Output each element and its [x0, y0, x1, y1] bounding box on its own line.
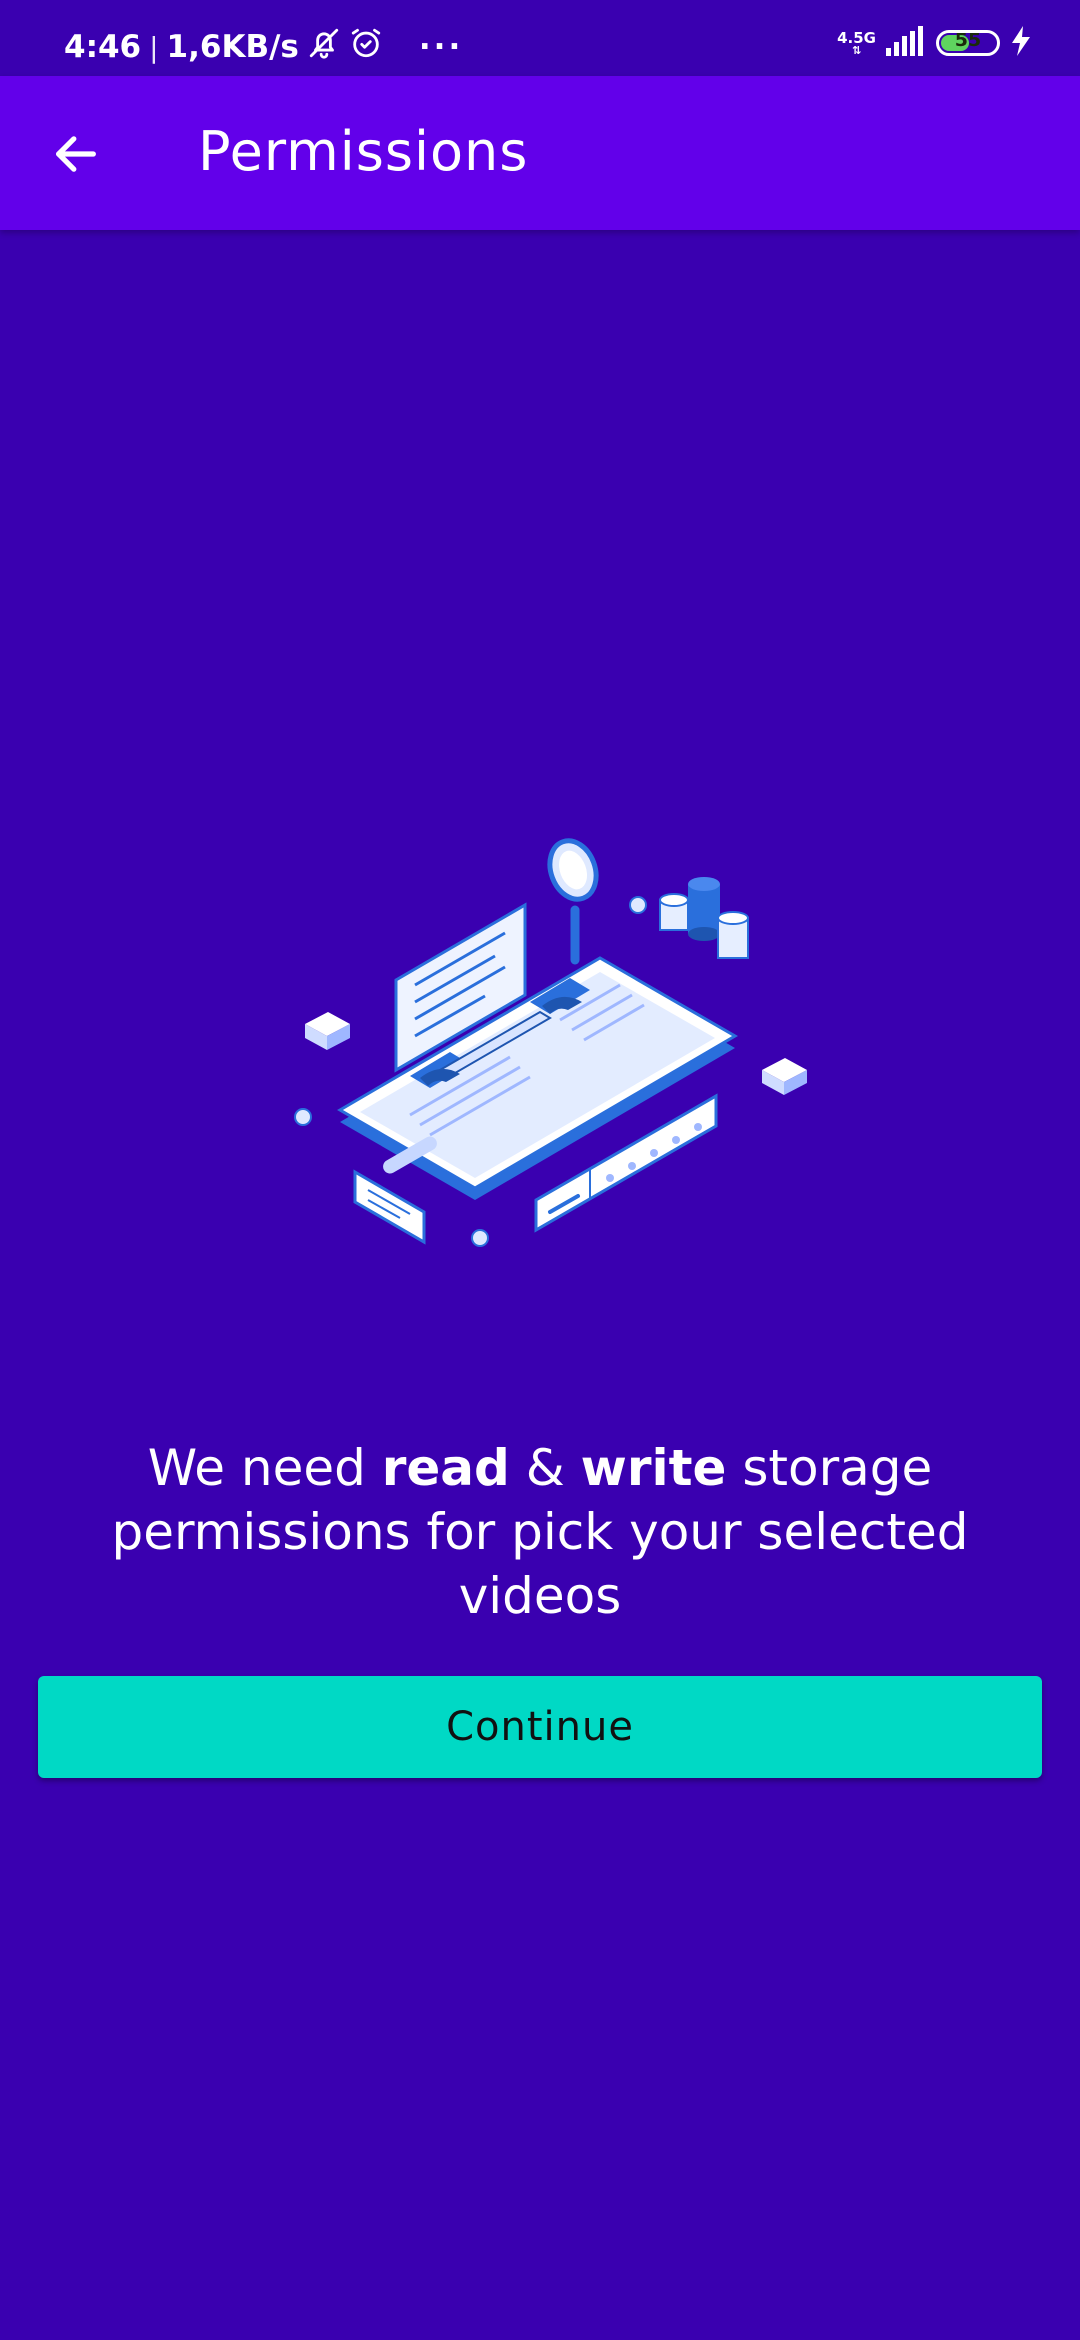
message-write: write: [580, 1439, 727, 1497]
message-part-2: &: [509, 1439, 581, 1497]
message-part-1: We need: [147, 1439, 382, 1497]
status-separator: |: [149, 30, 159, 64]
phone-maintenance-illustration: [260, 780, 840, 1280]
permissions-screen: 4:46 | 1,6KB/s ··· 4.5G ⇅ 55 Permissions…: [0, 0, 1080, 2340]
back-button[interactable]: [38, 116, 114, 192]
status-network-speed: 1,6KB/s: [166, 29, 299, 65]
status-bar: 4:46 | 1,6KB/s ··· 4.5G ⇅ 55: [0, 0, 1080, 76]
continue-button[interactable]: Continue: [38, 1676, 1042, 1778]
message-read: read: [381, 1439, 510, 1497]
status-left: 4:46 | 1,6KB/s ···: [64, 26, 463, 68]
alarm-icon: [349, 26, 383, 68]
status-time: 4:46: [64, 29, 142, 65]
data-arrows: ⇅: [851, 44, 862, 57]
battery-icon: 55: [936, 30, 1000, 56]
page-title: Permissions: [198, 120, 529, 183]
network-type-label: 4.5G ⇅: [837, 30, 876, 56]
permission-message: We need read & write storage permissions…: [60, 1436, 1020, 1628]
status-more-dots: ···: [418, 29, 464, 65]
app-bar: Permissions: [0, 76, 1080, 230]
bell-off-icon: [307, 26, 341, 68]
arrow-left-icon: [56, 136, 96, 172]
charging-icon: [1010, 26, 1032, 60]
battery-level-text: 55: [954, 30, 982, 51]
status-right: 4.5G ⇅ 55: [837, 26, 1032, 60]
signal-icon: [886, 26, 926, 60]
